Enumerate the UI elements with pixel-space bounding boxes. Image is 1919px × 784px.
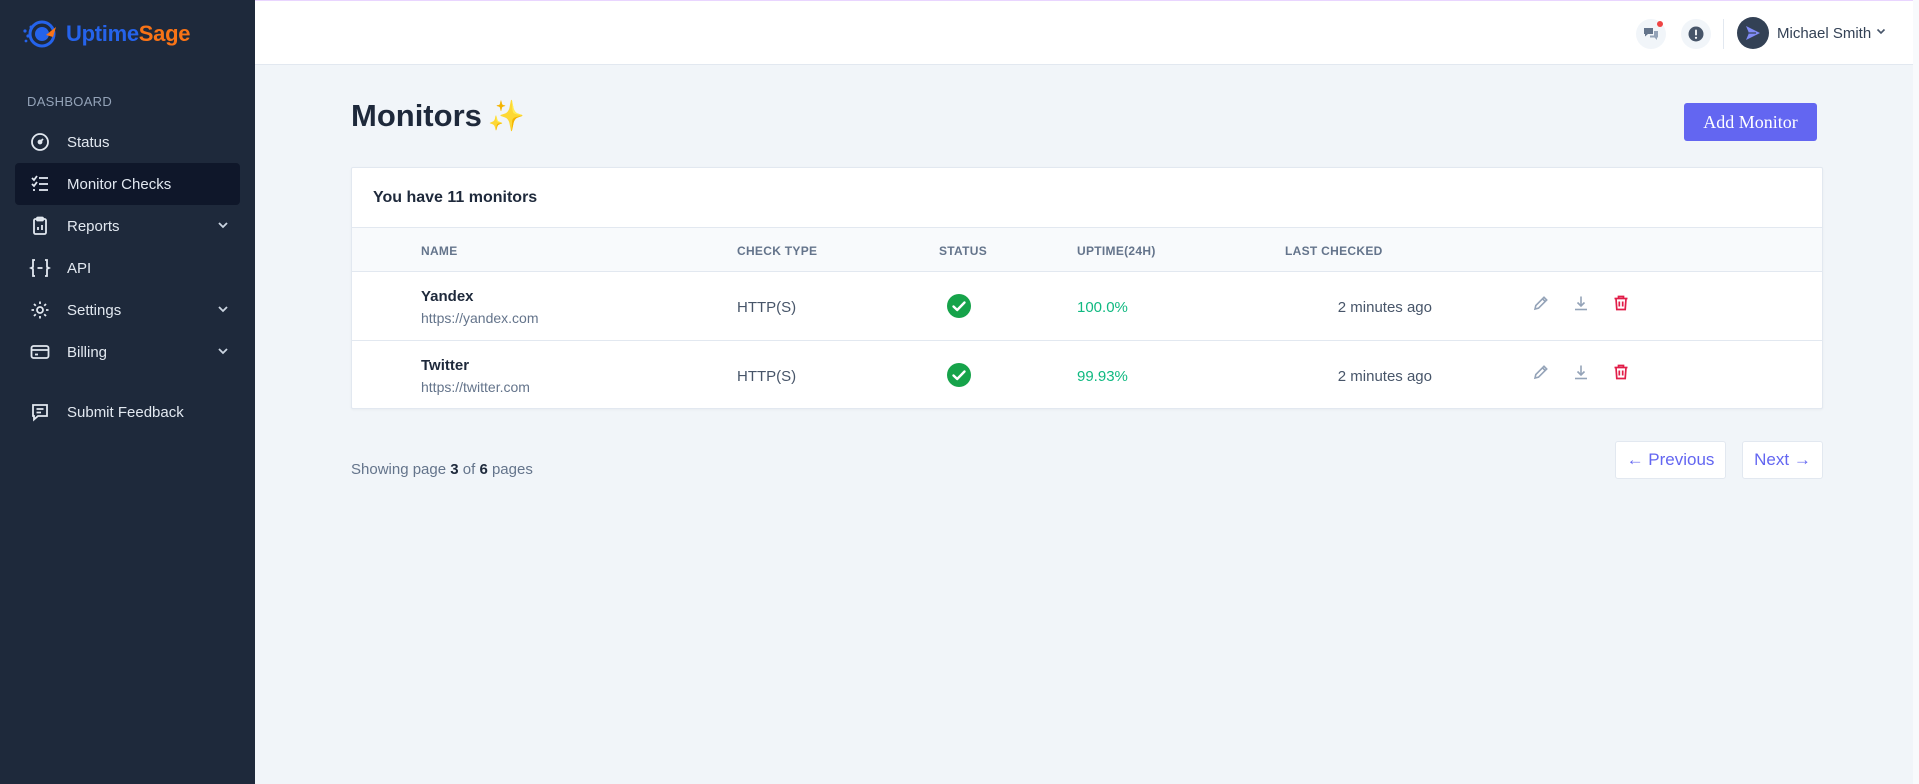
row-actions xyxy=(1530,292,1632,314)
nav-section-label: DASHBOARD xyxy=(27,94,113,109)
page-title-text: Monitors xyxy=(351,98,482,133)
download-icon[interactable] xyxy=(1570,292,1592,314)
exclamation-circle-icon xyxy=(1688,26,1704,42)
chevron-down-icon xyxy=(1875,24,1887,42)
chat-bubbles-icon xyxy=(1644,28,1658,40)
gear-icon xyxy=(29,299,51,321)
table-header: NAME CHECK TYPE STATUS UPTIME(24H) LAST … xyxy=(352,228,1822,272)
uptime-value: 99.93% xyxy=(1077,368,1128,385)
pagination-middle: of xyxy=(462,461,476,478)
gauge-icon xyxy=(29,131,51,153)
pencil-icon[interactable] xyxy=(1530,361,1552,383)
checklist-icon xyxy=(29,173,51,195)
column-header-name: NAME xyxy=(421,244,458,258)
clipboard-icon xyxy=(29,215,51,237)
sidebar-item-label: Settings xyxy=(67,301,122,319)
topbar-divider xyxy=(1723,19,1724,49)
avatar xyxy=(1737,17,1769,49)
paper-plane-icon xyxy=(1746,26,1760,40)
sidebar-item-label: Reports xyxy=(67,217,120,235)
globe-logo-icon xyxy=(23,20,56,48)
check-type: HTTP(S) xyxy=(737,368,797,385)
monitor-name-cell: Twitter https://twitter.com xyxy=(421,357,530,395)
sidebar-nav: Status Monitor Checks Reports API Settin… xyxy=(0,121,255,433)
alerts-button[interactable] xyxy=(1681,19,1711,49)
sparkles-icon: ✨ xyxy=(487,99,526,133)
user-name: Michael Smith xyxy=(1777,24,1872,42)
monitor-url: https://twitter.com xyxy=(421,379,530,395)
sidebar-item-monitor-checks[interactable]: Monitor Checks xyxy=(15,163,240,205)
scrollbar-track[interactable] xyxy=(1913,0,1919,784)
messages-button[interactable] xyxy=(1636,19,1666,49)
sidebar-item-api[interactable]: API xyxy=(15,247,240,289)
monitor-name-cell: Yandex https://yandex.com xyxy=(421,288,539,326)
total-pages: 6 xyxy=(479,461,488,478)
check-type: HTTP(S) xyxy=(737,299,797,316)
sidebar-item-settings[interactable]: Settings xyxy=(15,289,240,331)
column-header-status: STATUS xyxy=(939,244,988,258)
last-checked: 2 minutes ago xyxy=(1337,368,1432,385)
topbar: Michael Smith xyxy=(255,0,1919,65)
user-menu[interactable]: Michael Smith xyxy=(1737,17,1887,49)
add-monitor-button[interactable]: Add Monitor xyxy=(1684,103,1817,141)
sidebar-item-label: Billing xyxy=(67,343,108,361)
uptime-value: 100.0% xyxy=(1077,299,1128,316)
download-icon[interactable] xyxy=(1570,361,1592,383)
chevron-down-icon[interactable] xyxy=(216,218,230,236)
notification-dot xyxy=(1657,21,1663,27)
status-up-icon xyxy=(946,293,972,324)
pencil-icon[interactable] xyxy=(1530,292,1552,314)
chevron-down-icon[interactable] xyxy=(216,302,230,320)
monitor-url: https://yandex.com xyxy=(421,310,539,326)
pagination-prefix: Showing page xyxy=(351,461,447,478)
pagination-suffix: pages xyxy=(491,461,533,478)
brand-logo[interactable]: UptimeSage xyxy=(0,0,255,68)
table-row[interactable]: Twitter https://twitter.com HTTP(S) 99.9… xyxy=(352,341,1822,410)
sidebar: UptimeSage DASHBOARD Status Monitor Chec… xyxy=(0,0,255,784)
monitor-name[interactable]: Yandex xyxy=(421,288,539,305)
table-row[interactable]: Yandex https://yandex.com HTTP(S) 100.0%… xyxy=(352,272,1822,341)
trash-icon[interactable] xyxy=(1610,361,1632,383)
column-header-last-checked: LAST CHECKED xyxy=(1285,244,1383,258)
sidebar-item-label: API xyxy=(67,259,92,277)
page-title: Monitors ✨ xyxy=(351,98,525,134)
sidebar-item-billing[interactable]: Billing xyxy=(15,331,240,373)
brand-name: UptimeSage xyxy=(66,21,191,46)
trash-icon[interactable] xyxy=(1610,292,1632,314)
pagination-summary: Showing page 3 of 6 pages xyxy=(351,461,533,478)
code-braces-icon xyxy=(29,257,51,279)
sidebar-item-label: Status xyxy=(67,133,110,151)
sidebar-item-label: Monitor Checks xyxy=(67,175,172,193)
sidebar-item-label: Submit Feedback xyxy=(67,403,184,421)
previous-page-button[interactable]: ← Previous xyxy=(1615,441,1726,479)
row-actions xyxy=(1530,361,1632,383)
column-header-check-type: CHECK TYPE xyxy=(737,244,818,258)
credit-card-icon xyxy=(29,341,51,363)
chevron-down-icon[interactable] xyxy=(216,344,230,362)
monitors-card: You have 11 monitors NAME CHECK TYPE STA… xyxy=(351,167,1823,409)
sidebar-item-submit-feedback[interactable]: Submit Feedback xyxy=(15,391,240,433)
message-icon xyxy=(29,401,51,423)
status-up-icon xyxy=(946,362,972,393)
column-header-uptime: UPTIME(24H) xyxy=(1077,244,1156,258)
sidebar-item-reports[interactable]: Reports xyxy=(15,205,240,247)
current-page: 3 xyxy=(450,461,459,478)
last-checked: 2 minutes ago xyxy=(1337,299,1432,316)
next-page-button[interactable]: Next → xyxy=(1742,441,1823,479)
monitor-name[interactable]: Twitter xyxy=(421,357,530,374)
sidebar-item-status[interactable]: Status xyxy=(15,121,240,163)
monitors-count: You have 11 monitors xyxy=(352,168,1822,228)
